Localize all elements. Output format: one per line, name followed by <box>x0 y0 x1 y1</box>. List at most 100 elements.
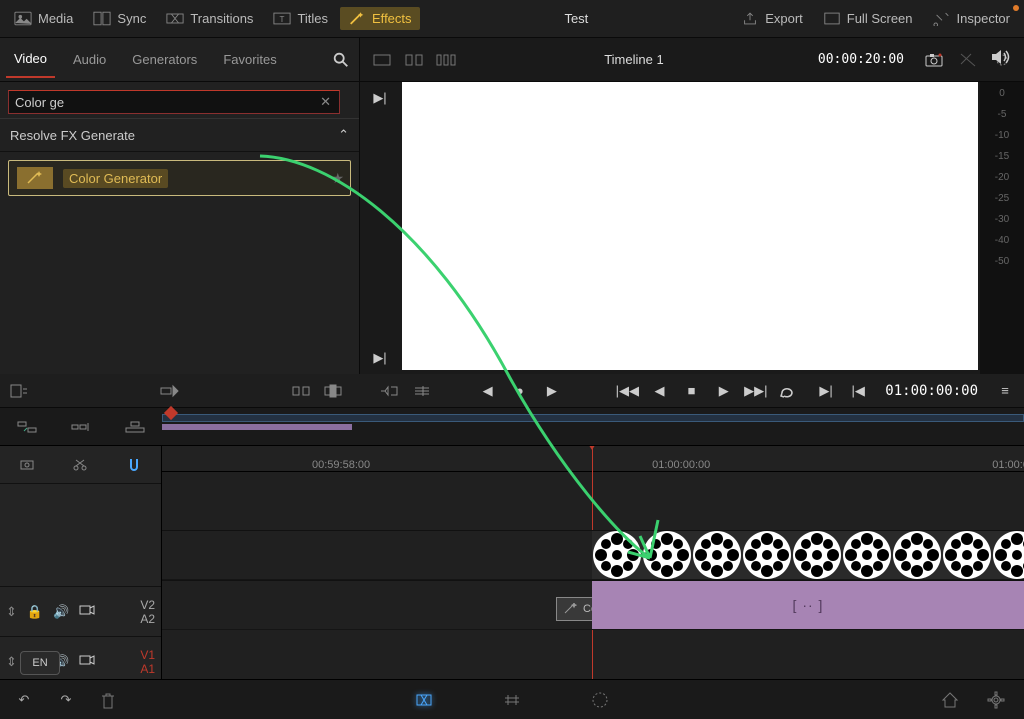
expand-icon[interactable]: ⇕ <box>6 604 17 620</box>
track-header-v2a2[interactable]: ⇕ 🔒 🔊 V2 A2 <box>0 586 161 636</box>
sync-tab[interactable]: Sync <box>85 7 154 30</box>
transport-timecode[interactable]: 01:00:00:00 <box>877 383 986 399</box>
mark-in-icon[interactable]: ▶| <box>813 379 839 403</box>
timeline-menu-icon[interactable]: ≡ <box>992 379 1018 403</box>
trash-icon[interactable] <box>94 688 122 712</box>
edit-index-icon[interactable] <box>6 379 32 403</box>
bypass-fx-icon[interactable] <box>956 50 980 70</box>
track-label-a2: A2 <box>133 612 155 626</box>
settings-icon[interactable] <box>982 688 1010 712</box>
effects-tab[interactable]: Effects <box>340 7 420 30</box>
export-label: Export <box>765 11 803 26</box>
export-button[interactable]: Export <box>733 7 811 30</box>
effect-name: Color Generator <box>63 169 168 188</box>
append-icon[interactable] <box>67 415 95 439</box>
tab-favorites[interactable]: Favorites <box>215 42 284 77</box>
undo-icon[interactable]: ↶ <box>10 688 38 712</box>
video-icon[interactable] <box>79 654 95 669</box>
effects-group-header[interactable]: Resolve FX Generate ⌃ <box>0 118 359 152</box>
next-edit-icon[interactable]: ▶ <box>539 379 565 403</box>
effect-thumbnail <box>17 167 53 189</box>
fullscreen-label: Full Screen <box>847 11 913 26</box>
ripple-overwrite-icon[interactable] <box>376 379 402 403</box>
video-icon[interactable] <box>79 604 95 619</box>
go-end-icon[interactable]: ▶▶| <box>743 379 769 403</box>
top-bar: Media Sync Transitions T Titles Effects … <box>0 0 1024 38</box>
inspector-icon <box>933 11 951 26</box>
marker-tool-icon[interactable] <box>13 453 41 477</box>
mark-out-icon[interactable]: |◀ <box>845 379 871 403</box>
page-cut-icon[interactable] <box>410 688 438 712</box>
viewer-timecode[interactable]: 00:00:20:00 <box>810 52 912 67</box>
search-icon[interactable] <box>329 50 353 70</box>
transitions-tab[interactable]: Transitions <box>158 7 261 30</box>
effects-group-label: Resolve FX Generate <box>10 128 135 143</box>
project-title: Test <box>424 11 730 26</box>
go-start-icon[interactable]: |◀◀ <box>614 379 640 403</box>
mute-icon[interactable]: 🔊 <box>53 604 69 620</box>
inspector-button[interactable]: Inspector <box>925 7 1018 30</box>
track-v2[interactable]: Color Generator <box>162 530 1024 580</box>
overwrite-icon[interactable] <box>320 379 346 403</box>
titles-tab[interactable]: T Titles <box>265 7 336 30</box>
media-tab[interactable]: Media <box>6 7 81 30</box>
notification-dot <box>1013 5 1019 11</box>
snapshot-icon[interactable] <box>922 50 946 70</box>
tab-generators[interactable]: Generators <box>124 42 205 77</box>
expand-icon[interactable]: ⇕ <box>6 654 17 670</box>
smart-insert-icon[interactable] <box>13 415 41 439</box>
speaker-icon[interactable] <box>990 48 1010 69</box>
view-mode-3[interactable] <box>434 50 458 70</box>
inspector-label: Inspector <box>957 11 1010 26</box>
viewer-canvas[interactable] <box>402 82 978 370</box>
view-mode-2[interactable] <box>402 50 426 70</box>
source-overwrite-icon[interactable] <box>156 379 182 403</box>
track-label-v1: V1 <box>133 648 155 662</box>
prev-edit-icon[interactable]: ◀ <box>475 379 501 403</box>
page-edit-icon[interactable] <box>498 688 526 712</box>
lock-icon[interactable]: 🔒 <box>27 604 43 620</box>
insert-icon[interactable] <box>287 379 313 403</box>
snap-tool-icon[interactable] <box>120 453 148 477</box>
prev-clip-icon[interactable]: ▶| <box>373 90 386 106</box>
effect-color-generator[interactable]: Color Generator ★ <box>8 160 351 196</box>
sync-icon <box>93 11 111 26</box>
play-icon[interactable]: ▶ <box>711 379 737 403</box>
step-back-icon[interactable]: ◀ <box>646 379 672 403</box>
timeline-minimap[interactable] <box>0 408 1024 446</box>
titles-label: Titles <box>297 11 328 26</box>
page-fusion-icon[interactable] <box>586 688 614 712</box>
fullscreen-button[interactable]: Full Screen <box>815 7 921 30</box>
audio-clip[interactable]: [ ·· ] <box>592 581 1024 629</box>
tab-video[interactable]: Video <box>6 41 55 78</box>
view-mode-1[interactable] <box>370 50 394 70</box>
effects-subtabs: Video Audio Generators Favorites <box>0 38 359 82</box>
clear-search-icon[interactable]: ✕ <box>320 94 331 110</box>
transport-bar: ◀ ● ▶ |◀◀ ◀ ■ ▶ ▶▶| ▶| |◀ 01:00:00:00 ≡ <box>0 374 1024 408</box>
tab-audio[interactable]: Audio <box>65 42 114 77</box>
language-button[interactable]: EN <box>20 651 60 675</box>
ruler-tick: 00:59:58:00 <box>312 459 370 471</box>
close-up-icon[interactable] <box>409 379 435 403</box>
viewer-title: Timeline 1 <box>466 52 802 67</box>
razor-tool-icon[interactable] <box>66 453 94 477</box>
svg-text:T: T <box>280 15 285 24</box>
track-v1[interactable]: [ ·· ] <box>162 580 1024 630</box>
place-on-top-icon[interactable] <box>121 415 149 439</box>
jog-icon[interactable]: ● <box>507 379 533 403</box>
stop-icon[interactable]: ■ <box>679 379 705 403</box>
redo-icon[interactable]: ↷ <box>52 688 80 712</box>
next-clip-icon[interactable]: ▶| <box>373 350 386 366</box>
effects-label: Effects <box>372 11 412 26</box>
effects-search-input[interactable] <box>8 90 340 114</box>
media-icon <box>14 11 32 26</box>
favorite-star-icon[interactable]: ★ <box>331 170 344 187</box>
loop-icon[interactable] <box>775 379 801 403</box>
transitions-label: Transitions <box>190 11 253 26</box>
video-clip[interactable] <box>592 531 1024 579</box>
ruler-tick: 01:00:02:00 <box>992 459 1024 471</box>
bottom-bar: ↶ ↷ <box>0 679 1024 719</box>
chevron-up-icon: ⌃ <box>338 127 349 143</box>
home-icon[interactable] <box>936 688 964 712</box>
minimap-range[interactable] <box>162 414 1024 422</box>
